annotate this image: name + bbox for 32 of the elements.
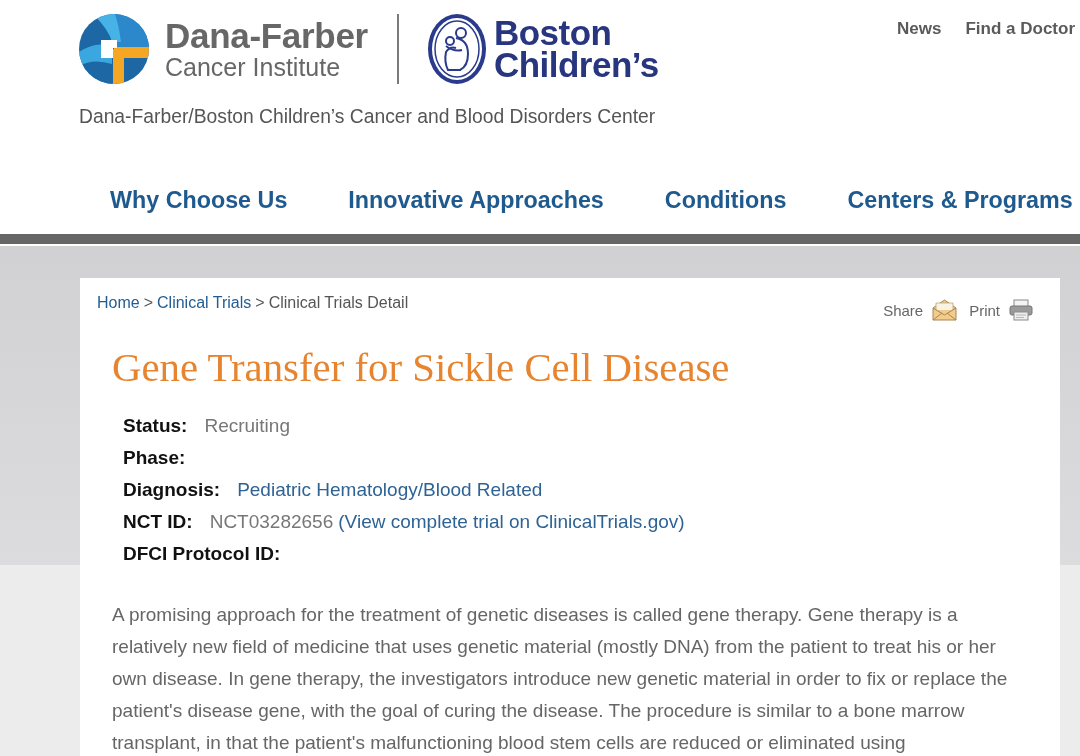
breadcrumb-separator: > bbox=[143, 293, 154, 313]
trial-link[interactable]: (View complete trial on ClinicalTrials.gov) bbox=[338, 506, 685, 538]
top-link[interactable]: Find a Doctor bbox=[965, 19, 1075, 39]
logo-wordmark: Boston bbox=[493, 17, 612, 49]
detail-label: Status: bbox=[123, 414, 188, 438]
logo-title: Dana-Farber bbox=[165, 17, 368, 54]
description-text: A promising approach for the treatment of genetic diseases is called gene therapy. Gene therapy is a relatively new field of medicine that uses genetic material (mostly DNA) from the patient to treat his or her own disease. In gene therapy, the investigators introduce new genetic material in order to fix or replace the patient's disease gene, with the goal of curing the disease. The procedure is similar to a bone marrow transplant, in that the patient's malfunctioning blood stem cells are reduced or eliminated using bbox=[112, 603, 1009, 755]
detail-label: Diagnosis: bbox=[123, 478, 221, 502]
top-link[interactable]: News bbox=[897, 19, 942, 39]
print-link[interactable]: Print bbox=[969, 299, 1033, 321]
nav-link[interactable]: Conditions bbox=[664, 186, 787, 214]
breadcrumb-current: Clinical Trials Detail bbox=[268, 293, 409, 313]
logo-subtitle: Cancer Institute bbox=[165, 54, 342, 81]
breadcrumb-link[interactable]: Home bbox=[97, 293, 140, 313]
page-title: Gene Transfer for Sickle Cell Disease bbox=[112, 345, 731, 391]
detail-value: NCT03282656 bbox=[209, 510, 334, 534]
logo-wordmark: Children’s bbox=[493, 49, 659, 81]
detail-label: DFCI Protocol ID: bbox=[123, 542, 281, 566]
breadcrumb-separator: > bbox=[255, 293, 265, 313]
nav-link[interactable]: Why Choose Us bbox=[110, 186, 288, 214]
share-link[interactable]: Share bbox=[883, 299, 958, 321]
printer-icon bbox=[1009, 299, 1033, 321]
detail-label: Phase: bbox=[123, 446, 186, 470]
detail-link[interactable]: Pediatric Hematology/Blood Related bbox=[237, 474, 543, 506]
nav-link[interactable]: Innovative Approaches bbox=[348, 186, 604, 214]
detail-value: Recruiting bbox=[204, 414, 290, 438]
institution-name: Dana-Farber/Boston Children’s Cancer and Blood Disorders Center bbox=[79, 105, 656, 129]
oval-emblem-icon bbox=[427, 14, 486, 84]
envelope-icon bbox=[932, 299, 958, 321]
breadcrumb-link[interactable]: Clinical Trials bbox=[157, 293, 252, 313]
nav-link[interactable]: Centers & Programs bbox=[847, 186, 1073, 214]
detail-label: NCT ID: bbox=[123, 510, 193, 534]
